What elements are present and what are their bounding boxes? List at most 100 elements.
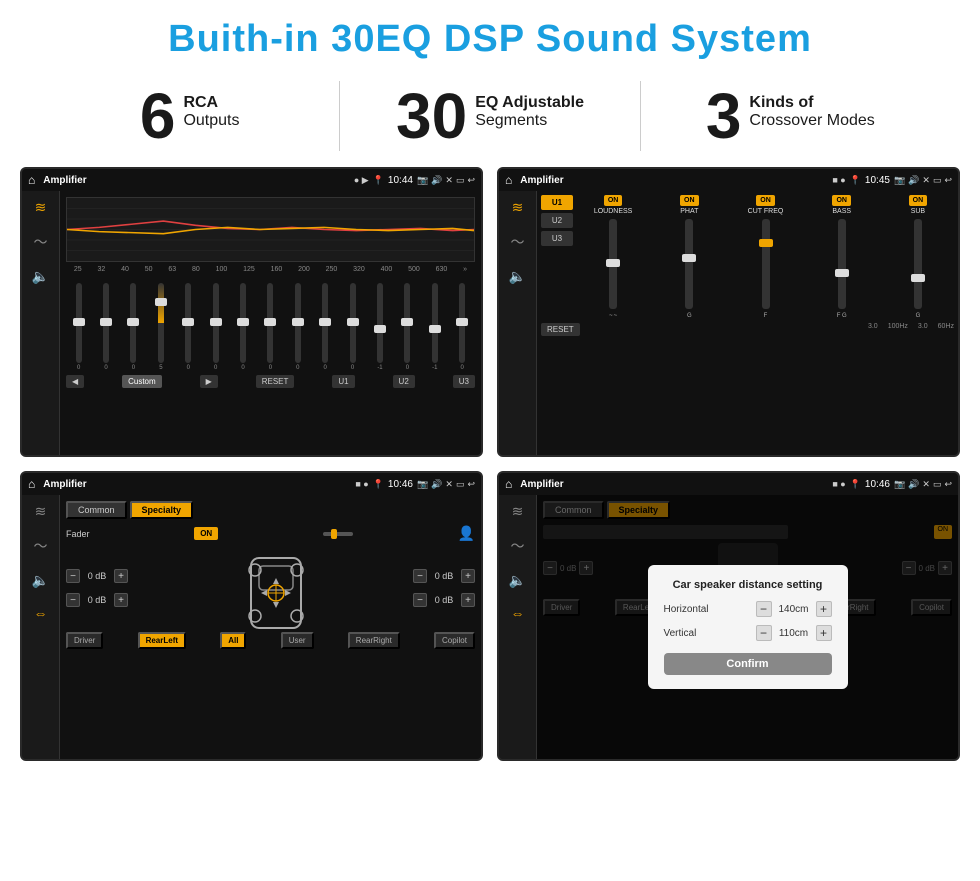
channel-layout: − 0 dB + − 0 dB + <box>66 548 475 628</box>
common-tab[interactable]: Common <box>66 501 127 519</box>
home-icon-3[interactable]: ⌂ <box>28 477 35 491</box>
dialog-title: Car speaker distance setting <box>664 579 832 591</box>
phat-toggle[interactable]: ON <box>680 195 699 206</box>
home-icon-1[interactable]: ⌂ <box>28 173 35 187</box>
tabs-row: Common Specialty <box>66 501 475 519</box>
back-icon-4[interactable]: ↩ <box>944 479 952 490</box>
fr-minus[interactable]: − <box>413 569 427 583</box>
x-icon-4: ✕ <box>922 479 930 490</box>
fr-plus[interactable]: + <box>461 569 475 583</box>
custom-btn[interactable]: Custom <box>122 375 162 388</box>
speaker-icon-4[interactable]: 🔈 <box>509 572 526 589</box>
app-name-3: Amplifier <box>43 479 351 490</box>
volume-icon-1: 🔊 <box>431 175 442 186</box>
wave-icon-1[interactable]: 〜 <box>34 232 48 252</box>
prev-preset-btn[interactable]: ◀ <box>66 375 84 388</box>
speaker-icon-3[interactable]: 🔈 <box>32 572 49 589</box>
eq-chart <box>66 197 475 262</box>
u3-preset[interactable]: U3 <box>541 231 573 246</box>
vertical-label: Vertical <box>664 628 697 639</box>
u2-btn-1[interactable]: U2 <box>393 375 415 388</box>
app-name-4: Amplifier <box>520 479 828 490</box>
fader-slider-icon <box>323 529 353 539</box>
fl-ctrl: − 0 dB + <box>66 569 128 583</box>
u3-btn-1[interactable]: U3 <box>453 375 475 388</box>
back-icon-1[interactable]: ↩ <box>467 175 475 186</box>
rearleft-btn[interactable]: RearLeft <box>138 632 186 649</box>
rr-plus[interactable]: + <box>461 593 475 607</box>
speaker-icon-1[interactable]: 🔈 <box>32 268 49 285</box>
freq-labels: 25 32 40 50 63 80 100 125 160 200 250 32… <box>66 266 475 273</box>
preset-row: U1 U2 U3 ON LOUDNESS <box>541 195 954 319</box>
reset-btn-2[interactable]: RESET <box>541 323 580 336</box>
home-icon-2[interactable]: ⌂ <box>505 173 512 187</box>
wave-icon-3[interactable]: 〜 <box>34 536 48 556</box>
eq-icon-2[interactable]: ≋ <box>512 199 524 216</box>
fader-content: Common Specialty Fader ON 👤 <box>60 495 481 759</box>
driver-btn[interactable]: Driver <box>66 632 103 649</box>
u1-btn-1[interactable]: U1 <box>332 375 354 388</box>
slider-col-13: 0 <box>404 283 410 371</box>
copilot-btn[interactable]: Copilot <box>434 632 475 649</box>
back-icon-2[interactable]: ↩ <box>944 175 952 186</box>
slider-col-14: -1 <box>432 283 438 371</box>
sub-toggle[interactable]: ON <box>909 195 928 206</box>
volume-icon-2: 🔊 <box>908 175 919 186</box>
arrows-icon-3[interactable]: ⇔ <box>34 605 48 621</box>
stats-row: 6 RCA Outputs 30 EQ Adjustable Segments … <box>0 71 980 161</box>
eq-icon-4[interactable]: ≋ <box>512 503 524 520</box>
confirm-button[interactable]: Confirm <box>664 653 832 675</box>
specialty-tab[interactable]: Specialty <box>130 501 194 519</box>
wave-icon-4[interactable]: 〜 <box>511 536 525 556</box>
vertical-ctrl: − 110cm + <box>756 625 832 641</box>
left-channels: − 0 dB + − 0 dB + <box>66 566 128 610</box>
speaker-icon-2[interactable]: 🔈 <box>509 268 526 285</box>
horizontal-label: Horizontal <box>664 604 709 615</box>
rl-minus[interactable]: − <box>66 593 80 607</box>
fl-plus[interactable]: + <box>114 569 128 583</box>
next-preset-btn[interactable]: ▶ <box>200 375 218 388</box>
bass-label: BASS <box>832 208 851 215</box>
screen-body-2: ≋ 〜 🔈 U1 U2 U3 ON <box>499 191 958 455</box>
loudness-toggle[interactable]: ON <box>604 195 623 206</box>
screen-body-3: ≋ 〜 🔈 ⇔ Common Specialty Fader ON <box>22 495 481 759</box>
reset-btn-1[interactable]: RESET <box>256 375 295 388</box>
wave-icon-2[interactable]: 〜 <box>511 232 525 252</box>
back-icon-3[interactable]: ↩ <box>467 479 475 490</box>
camera-icon-1: 📷 <box>417 175 428 186</box>
x-icon-2: ✕ <box>922 175 930 186</box>
vertical-minus[interactable]: − <box>756 625 772 641</box>
eq-icon-1[interactable]: ≋ <box>35 199 47 216</box>
arrows-icon-4[interactable]: ⇔ <box>511 605 525 621</box>
stat-crossover: 3 Kinds of Crossover Modes <box>661 84 920 148</box>
rr-minus[interactable]: − <box>413 593 427 607</box>
vertical-plus[interactable]: + <box>816 625 832 641</box>
bass-toggle[interactable]: ON <box>832 195 851 206</box>
rl-plus[interactable]: + <box>114 593 128 607</box>
screens-grid: ⌂ Amplifier ● ▶ 📍 10:44 📷 🔊 ✕ ▭ ↩ ≋ 〜 🔈 <box>0 161 980 771</box>
fader-toggle[interactable]: ON <box>194 527 218 540</box>
page-title: Buith-in 30EQ DSP Sound System <box>0 0 980 71</box>
slider-col-8: 0 <box>267 283 273 371</box>
horizontal-ctrl: − 140cm + <box>756 601 832 617</box>
rearright-btn[interactable]: RearRight <box>348 632 400 649</box>
fl-minus[interactable]: − <box>66 569 80 583</box>
camera-icon-2: 📷 <box>894 175 905 186</box>
eq-icon-3[interactable]: ≋ <box>35 503 47 520</box>
fr-ctrl: − 0 dB + <box>413 569 475 583</box>
u1-preset[interactable]: U1 <box>541 195 573 210</box>
home-icon-4[interactable]: ⌂ <box>505 477 512 491</box>
slider-col-3: 0 <box>130 283 136 371</box>
pin-icon-1: 📍 <box>373 175 384 186</box>
screen-body-1: ≋ 〜 🔈 <box>22 191 481 455</box>
x-icon-1: ✕ <box>445 175 453 186</box>
u2-preset[interactable]: U2 <box>541 213 573 228</box>
horizontal-plus[interactable]: + <box>816 601 832 617</box>
dot-icons-1: ● ▶ <box>354 175 369 186</box>
ch-rear-right: − 0 dB + <box>413 593 475 607</box>
horizontal-minus[interactable]: − <box>756 601 772 617</box>
cutfreq-toggle[interactable]: ON <box>756 195 775 206</box>
time-2: 10:45 <box>865 175 890 186</box>
camera-icon-4: 📷 <box>894 479 905 490</box>
vertical-value: 110cm <box>776 628 812 639</box>
